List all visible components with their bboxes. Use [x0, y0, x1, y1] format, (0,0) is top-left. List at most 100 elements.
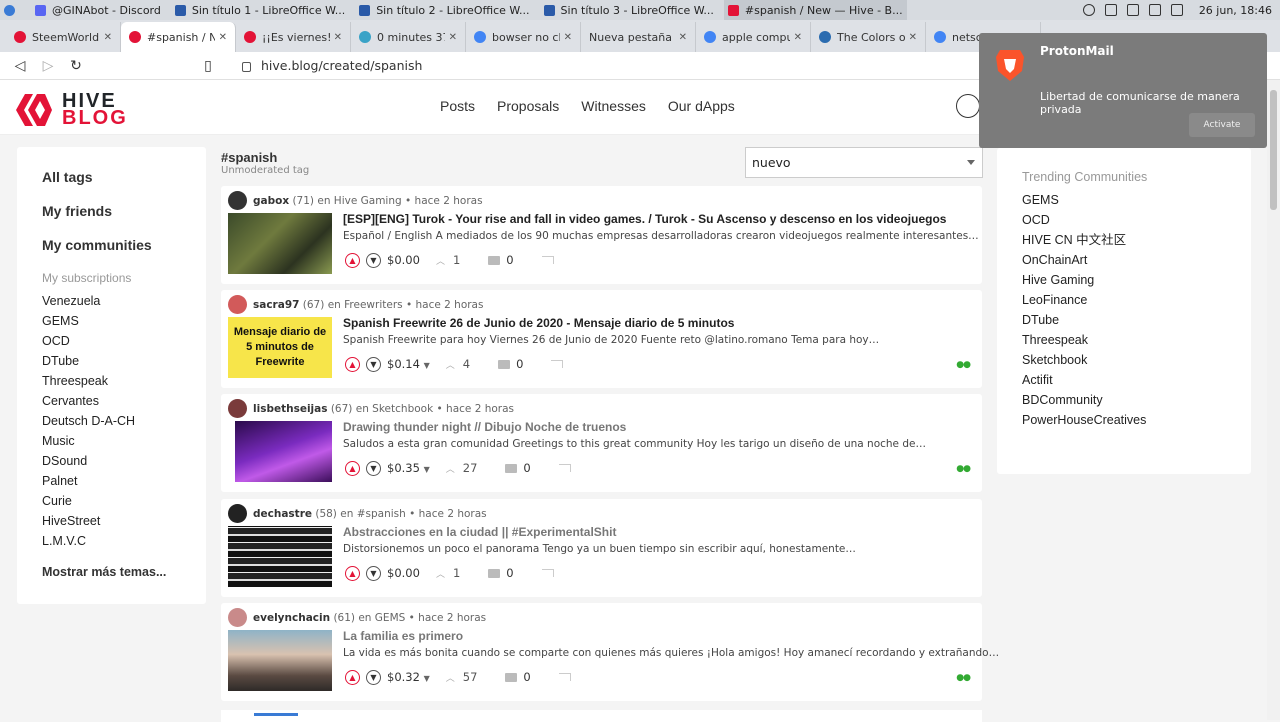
avatar[interactable]	[228, 608, 247, 627]
downvote-icon[interactable]: ▼	[366, 356, 381, 372]
subscription-link[interactable]: Palnet	[42, 471, 181, 491]
upvote-icon[interactable]: ▲	[345, 356, 360, 372]
community-link[interactable]: BDCommunity	[1022, 390, 1226, 410]
post-summary[interactable]: Saludos a esta gran comunidad Greetings …	[343, 438, 926, 450]
post-title[interactable]: Spanish Freewrite 26 de Junio de 2020 - …	[343, 316, 734, 330]
community-link[interactable]: Threespeak	[1022, 330, 1226, 350]
community-link[interactable]: DTube	[1022, 310, 1226, 330]
subscription-link[interactable]: Threespeak	[42, 371, 181, 391]
comment-count[interactable]: 0	[523, 461, 530, 475]
browser-tab[interactable]: apple comput ✕	[696, 22, 811, 52]
reload-icon[interactable]: ↻	[62, 54, 90, 78]
comment-count[interactable]: 0	[523, 670, 530, 684]
downvote-icon[interactable]: ▼	[366, 565, 381, 581]
search-icon[interactable]	[956, 94, 980, 118]
comment-icon[interactable]	[488, 255, 501, 265]
taskbar-item-discord[interactable]: @GINAbot - Discord	[31, 0, 165, 20]
comment-icon[interactable]	[488, 568, 501, 578]
downvote-icon[interactable]: ▼	[366, 669, 381, 685]
post-thumbnail[interactable]	[228, 630, 332, 691]
community-link[interactable]: HIVE CN 中文社区	[1022, 230, 1226, 250]
scrollbar-thumb[interactable]	[1270, 90, 1277, 210]
taskbar-item-browser[interactable]: #spanish / New — Hive - B...	[723, 0, 907, 20]
reblog-icon[interactable]	[551, 360, 564, 368]
close-icon[interactable]: ✕	[564, 32, 572, 43]
community-link[interactable]: Hive Gaming	[1022, 270, 1226, 290]
browser-tab[interactable]: 0 minutes 37 s ✕	[351, 22, 466, 52]
author-name[interactable]: lisbethseijas	[253, 403, 327, 415]
subscription-link[interactable]: Cervantes	[42, 391, 181, 411]
taskbar-item-writer-3[interactable]: Sin título 3 - LibreOffice W...	[540, 0, 718, 20]
post-summary[interactable]: Español / English A mediados de los 90 m…	[343, 230, 979, 242]
vote-count[interactable]: 27	[463, 461, 478, 475]
upvote-icon[interactable]: ▲	[345, 565, 360, 581]
vote-count[interactable]: 57	[463, 670, 478, 684]
comment-count[interactable]: 0	[516, 357, 523, 371]
nav-posts[interactable]: Posts	[440, 98, 475, 114]
community-link[interactable]: Sketchbook	[1022, 350, 1226, 370]
post-thumbnail[interactable]	[228, 213, 332, 274]
post-summary[interactable]: La vida es más bonita cuando se comparte…	[343, 647, 999, 659]
post-title[interactable]: [ESP][ENG] Turok - Your rise and fall in…	[343, 212, 946, 226]
comment-count[interactable]: 0	[506, 253, 513, 267]
subscription-link[interactable]: HiveStreet	[42, 511, 181, 531]
activate-button[interactable]: Activate	[1189, 113, 1255, 137]
forward-icon[interactable]: ▷	[34, 54, 62, 78]
upvote-icon[interactable]: ▲	[345, 669, 360, 685]
community-link[interactable]: OCD	[1022, 210, 1226, 230]
post-community[interactable]: en GEMS	[358, 612, 405, 624]
taskbar-item-writer-2[interactable]: Sin título 2 - LibreOffice W...	[355, 0, 533, 20]
subscription-link[interactable]: L.M.V.C	[42, 531, 181, 551]
post-payout[interactable]: $0.35 ▼	[387, 461, 430, 475]
community-link[interactable]: LeoFinance	[1022, 290, 1226, 310]
browser-tab[interactable]: Nueva pestaña ✕	[581, 22, 696, 52]
app-launcher-icon[interactable]	[0, 0, 25, 20]
protonmail-notification[interactable]: ProtonMail Libertad de comunicarse de ma…	[979, 33, 1267, 148]
post-community[interactable]: en Sketchbook	[356, 403, 433, 415]
bookmark-icon[interactable]: ▯	[194, 54, 222, 78]
post-payout[interactable]: $0.32 ▼	[387, 670, 430, 684]
page-scrollbar[interactable]	[1267, 80, 1280, 720]
vote-count[interactable]: 1	[453, 253, 460, 267]
address-bar[interactable]: hive.blog/created/spanish	[242, 58, 422, 73]
nav-dapps[interactable]: Our dApps	[668, 98, 735, 114]
subscription-link[interactable]: Venezuela	[42, 291, 181, 311]
post-community[interactable]: en Freewriters	[328, 299, 403, 311]
post-payout[interactable]: $0.00	[387, 566, 420, 580]
comment-icon[interactable]	[498, 359, 511, 369]
avatar[interactable]	[228, 295, 247, 314]
close-icon[interactable]: ✕	[104, 32, 112, 43]
clock[interactable]: 26 jun, 18:46	[1199, 4, 1272, 17]
vote-count[interactable]: 4	[463, 357, 470, 371]
author-name[interactable]: dechastre	[253, 508, 312, 520]
post-payout[interactable]: $0.14 ▼	[387, 357, 430, 371]
browser-tab[interactable]: SteemWorld – ✕	[6, 22, 121, 52]
reblog-icon[interactable]	[541, 569, 554, 577]
downvote-icon[interactable]: ▼	[366, 252, 381, 268]
sidebar-all-tags[interactable]: All tags	[42, 169, 181, 185]
post-title[interactable]: Abstracciones en la ciudad || #Experimen…	[343, 525, 616, 539]
subscription-link[interactable]: Music	[42, 431, 181, 451]
avatar[interactable]	[228, 504, 247, 523]
close-icon[interactable]: ✕	[449, 32, 457, 43]
post-thumbnail[interactable]: Mensaje diario de 5 minutos de Freewrite	[228, 317, 332, 378]
clipboard-icon[interactable]	[1126, 4, 1139, 16]
community-link[interactable]: Actifit	[1022, 370, 1226, 390]
close-icon[interactable]: ✕	[219, 32, 227, 43]
post-title[interactable]: Drawing thunder night // Dibujo Noche de…	[343, 420, 626, 434]
community-link[interactable]: OnChainArt	[1022, 250, 1226, 270]
close-icon[interactable]: ✕	[909, 32, 917, 43]
post-community[interactable]: en #spanish	[340, 508, 406, 520]
post-summary[interactable]: Spanish Freewrite para hoy Viernes 26 de…	[343, 334, 879, 346]
subscription-link[interactable]: DSound	[42, 451, 181, 471]
post-summary[interactable]: Distorsionemos un poco el panorama Tengo…	[343, 543, 856, 555]
close-icon[interactable]: ✕	[334, 32, 342, 43]
taskbar-item-writer-1[interactable]: Sin título 1 - LibreOffice W...	[171, 0, 349, 20]
subscription-link[interactable]: DTube	[42, 351, 181, 371]
post-thumbnail[interactable]	[228, 526, 332, 587]
sidebar-my-friends[interactable]: My friends	[42, 203, 181, 219]
reblog-icon[interactable]	[541, 256, 554, 264]
post-thumbnail[interactable]	[235, 421, 332, 482]
close-icon[interactable]: ✕	[679, 32, 687, 43]
back-icon[interactable]: ◁	[6, 54, 34, 78]
